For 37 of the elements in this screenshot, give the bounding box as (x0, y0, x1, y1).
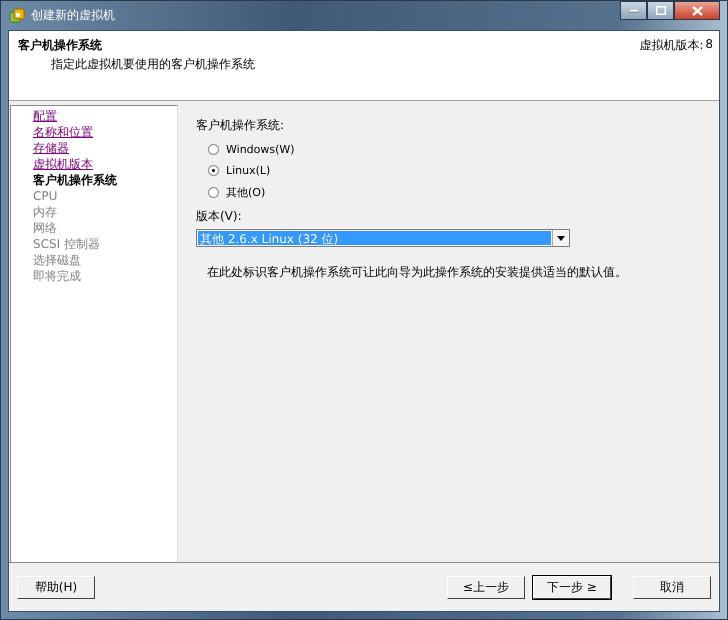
step-item: 网络 (33, 220, 58, 236)
step-item: SCSI 控制器 (33, 236, 101, 252)
next-button[interactable]: 下一步 ≥ (533, 576, 611, 598)
close-button[interactable] (674, 1, 720, 20)
hint-text: 在此处标识客户机操作系统可让此向导为此操作系统的安装提供适当的默认值。 (207, 264, 627, 281)
minimize-button[interactable] (620, 1, 647, 20)
back-button[interactable]: ≤上一步 (447, 576, 525, 598)
radio-button[interactable] (208, 165, 219, 176)
step-item[interactable]: 虚拟机版本 (33, 156, 177, 172)
version-value: 8 (705, 37, 713, 53)
version-field-label: 版本(V): (196, 208, 242, 225)
app-icon (9, 8, 25, 24)
version-label: 虚拟机版本: (639, 37, 704, 54)
radio-button[interactable] (208, 187, 219, 198)
step-item[interactable]: 配置 (33, 108, 177, 124)
close-icon (692, 6, 702, 16)
step-item: 选择磁盘 (33, 252, 82, 268)
page-subtitle: 指定此虚拟机要使用的客户机操作系统 (50, 56, 255, 73)
radio-label[interactable]: 其他(O) (226, 185, 266, 200)
step-item: CPU (33, 188, 58, 204)
window-title: 创建新的虚拟机 (31, 7, 115, 24)
step-item: 即将完成 (33, 268, 82, 284)
step-item: 客户机操作系统 (33, 172, 118, 188)
minimize-icon (628, 8, 638, 12)
maximize-button[interactable] (647, 1, 674, 20)
step-item[interactable]: 存储器 (33, 140, 177, 156)
os-label: 客户机操作系统: (196, 117, 284, 134)
dropdown-arrow-icon (557, 236, 565, 240)
radio-label[interactable]: Windows(W) (226, 143, 295, 156)
radio-button[interactable] (208, 144, 219, 155)
help-button[interactable]: 帮助(H) (17, 576, 95, 598)
radio-label[interactable]: Linux(L) (226, 164, 270, 177)
step-item[interactable]: 名称和位置 (33, 124, 177, 140)
maximize-icon (656, 6, 666, 15)
step-item: 内存 (33, 204, 58, 220)
page-title: 客户机操作系统 (18, 37, 103, 54)
cancel-button[interactable]: 取消 (633, 576, 711, 598)
